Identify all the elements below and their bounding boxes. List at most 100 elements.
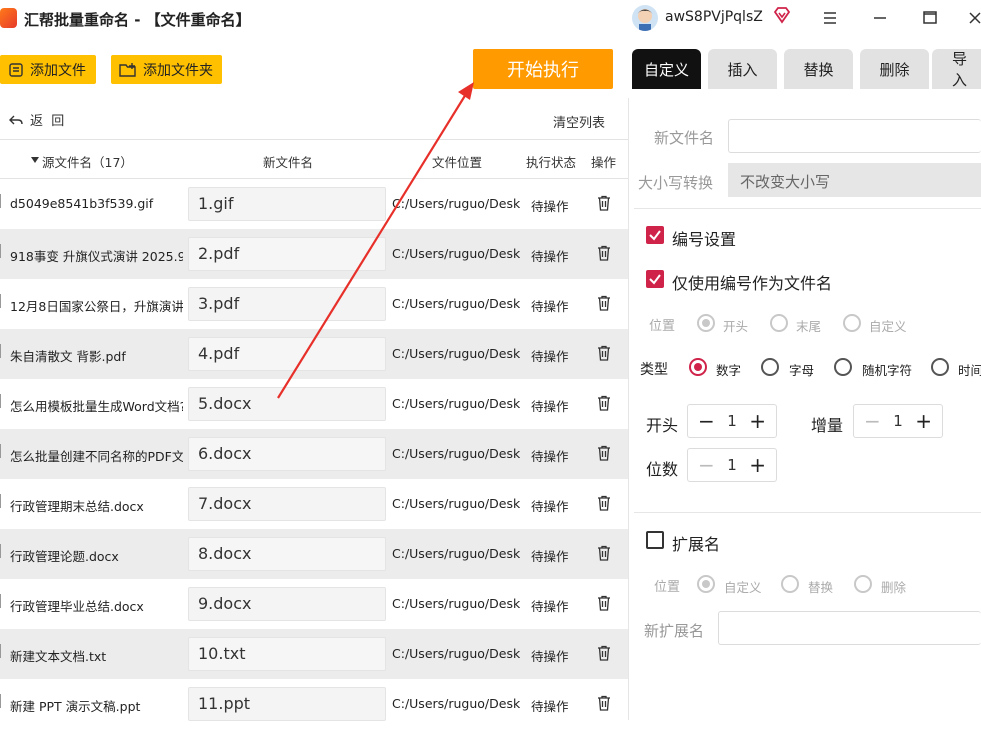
trash-icon[interactable] — [597, 295, 611, 311]
new-filename-cell[interactable]: 10.txt — [188, 637, 386, 671]
header-source[interactable]: 源文件名（17） — [42, 152, 133, 171]
table-row[interactable]: 行政管理毕业总结.docx 9.docx C:/Users/ruguo/Deskto… — [0, 579, 628, 629]
increment-value[interactable]: 1 — [893, 412, 903, 430]
only-number-label: 仅使用编号作为文件名 — [672, 274, 833, 293]
title-bar: 汇帮批量重命名 - 【文件重命名】 awS8PVjPqlsZ — [0, 0, 981, 38]
source-filename: 新建文本文档.txt — [10, 649, 107, 664]
new-filename-cell[interactable]: 2.pdf — [188, 237, 386, 271]
tab-replace[interactable]: 替换 — [784, 49, 853, 89]
status-text: 待操作 — [531, 249, 569, 264]
start-button[interactable]: 开始执行 — [473, 49, 613, 89]
new-filename-cell[interactable]: 3.pdf — [188, 287, 386, 321]
ext-position-radio-custom[interactable] — [697, 575, 715, 593]
add-folder-button[interactable]: 添加文件夹 — [111, 55, 222, 84]
tab-insert[interactable]: 插入 — [708, 49, 777, 89]
checkmark-icon — [649, 230, 661, 241]
trash-icon[interactable] — [597, 695, 611, 711]
trash-icon[interactable] — [597, 545, 611, 561]
trash-icon[interactable] — [597, 345, 611, 361]
clear-list-button[interactable]: 清空列表 — [553, 112, 605, 131]
new-filename-cell[interactable]: 1.gif — [188, 187, 386, 221]
plus-icon[interactable]: + — [749, 409, 766, 433]
table-row[interactable]: 怎么用模板批量生成Word文档? 5.docx C:/Users/ruguo/Des… — [0, 379, 628, 429]
back-label: 返 回 — [30, 114, 65, 129]
table-row[interactable]: 朱自清散文 背影.pdf 4.pdf C:/Users/ruguo/Desktop 待… — [0, 329, 628, 379]
table-row[interactable]: 行政管理论题.docx 8.docx C:/Users/ruguo/Desktop 待… — [0, 529, 628, 579]
new-extension-input[interactable] — [718, 611, 981, 645]
start-number-stepper[interactable]: − 1 + — [687, 404, 777, 438]
type-radio-random[interactable] — [834, 358, 852, 376]
new-filename-cell[interactable]: 9.docx — [188, 587, 386, 621]
vip-diamond-icon[interactable] — [773, 6, 791, 24]
minimize-icon[interactable] — [869, 8, 891, 28]
maximize-icon[interactable] — [919, 8, 941, 28]
numbering-checkbox[interactable] — [646, 226, 664, 244]
numbering-label: 编号设置 — [672, 230, 737, 249]
position-radio-end[interactable] — [770, 314, 788, 332]
back-button[interactable]: 返 回 — [8, 110, 64, 129]
file-location: C:/Users/ruguo/Desktop — [392, 246, 520, 261]
new-filename-cell[interactable]: 8.docx — [188, 537, 386, 571]
ext-position-radio-delete[interactable] — [854, 575, 872, 593]
position-radio-start[interactable] — [697, 314, 715, 332]
header-location: 文件位置 — [432, 155, 483, 170]
table-row[interactable]: 新建文本文档.txt 10.txt C:/Users/ruguo/Desktop 待操… — [0, 629, 628, 679]
type-radio-letter[interactable] — [761, 358, 779, 376]
avatar[interactable] — [632, 5, 658, 31]
digits-stepper[interactable]: − 1 + — [687, 448, 777, 482]
status-text: 待操作 — [531, 399, 569, 414]
tab-custom[interactable]: 自定义 — [632, 49, 701, 89]
status-text: 待操作 — [531, 199, 569, 214]
new-filename-cell[interactable]: 4.pdf — [188, 337, 386, 371]
trash-icon[interactable] — [597, 595, 611, 611]
trash-icon[interactable] — [597, 645, 611, 661]
table-row[interactable]: 新建 PPT 演示文稿.ppt 11.ppt C:/Users/ruguo/Desk… — [0, 679, 628, 729]
status-text: 待操作 — [531, 349, 569, 364]
tab-import[interactable]: 导入 — [932, 49, 981, 89]
table-row[interactable]: 918事变 升旗仪式演讲 2025.9.1 2.pdf C:/Users/ruguo… — [0, 229, 628, 279]
position-radio-custom[interactable] — [843, 314, 861, 332]
ext-position-radio-replace[interactable] — [781, 575, 799, 593]
trash-icon[interactable] — [597, 395, 611, 411]
new-filename-cell[interactable]: 6.docx — [188, 437, 386, 471]
type-radio-number[interactable] — [689, 358, 707, 376]
case-conversion-select[interactable]: 不改变大小写 — [728, 163, 981, 197]
type-radio-time[interactable] — [931, 358, 949, 376]
add-file-button[interactable]: 添加文件 — [0, 55, 96, 84]
trash-icon[interactable] — [597, 245, 611, 261]
plus-icon[interactable]: + — [915, 409, 932, 433]
type-label: 类型 — [640, 362, 668, 378]
trash-icon[interactable] — [597, 495, 611, 511]
trash-icon[interactable] — [597, 445, 611, 461]
table-row[interactable]: 行政管理期末总结.docx 7.docx C:/Users/ruguo/Deskto… — [0, 479, 628, 529]
ext-position-option-custom: 自定义 — [724, 580, 762, 595]
table-row[interactable]: 12月8日国家公祭日，升旗演讲.pdf 3.pdf C:/Users/ruguo/D… — [0, 279, 628, 329]
menu-icon[interactable] — [819, 8, 841, 28]
increment-stepper[interactable]: − 1 + — [853, 404, 943, 438]
new-filename-cell[interactable]: 5.docx — [188, 387, 386, 421]
username[interactable]: awS8PVjPqlsZ — [665, 9, 763, 25]
digits-value[interactable]: 1 — [727, 456, 737, 474]
extension-checkbox[interactable] — [646, 531, 664, 549]
only-number-checkbox[interactable] — [646, 270, 664, 288]
plus-icon[interactable]: + — [749, 453, 766, 477]
start-number-value[interactable]: 1 — [727, 412, 737, 430]
minus-icon[interactable]: − — [698, 453, 715, 477]
source-filename: 12月8日国家公祭日，升旗演讲.pdf — [10, 299, 183, 314]
file-icon — [0, 694, 4, 708]
close-icon[interactable] — [966, 8, 981, 28]
new-filename-cell[interactable]: 11.ppt — [188, 687, 386, 721]
table-row[interactable]: d5049e8541b3f539.gif 1.gif C:/Users/ruguo/… — [0, 179, 628, 229]
new-filename-cell[interactable]: 7.docx — [188, 487, 386, 521]
table-row[interactable]: 怎么批量创建不同名称的PDF文件 6.docx C:/Users/ruguo/Des… — [0, 429, 628, 479]
source-filename: 行政管理期末总结.docx — [10, 499, 144, 514]
sort-desc-icon[interactable] — [30, 156, 40, 164]
minus-icon[interactable]: − — [698, 409, 715, 433]
file-icon — [0, 394, 4, 408]
tab-delete[interactable]: 删除 — [860, 49, 929, 89]
minus-icon[interactable]: − — [864, 409, 881, 433]
file-icon — [0, 494, 4, 508]
new-filename-input[interactable] — [728, 119, 981, 153]
source-filename: 朱自清散文 背影.pdf — [10, 349, 126, 364]
trash-icon[interactable] — [597, 195, 611, 211]
